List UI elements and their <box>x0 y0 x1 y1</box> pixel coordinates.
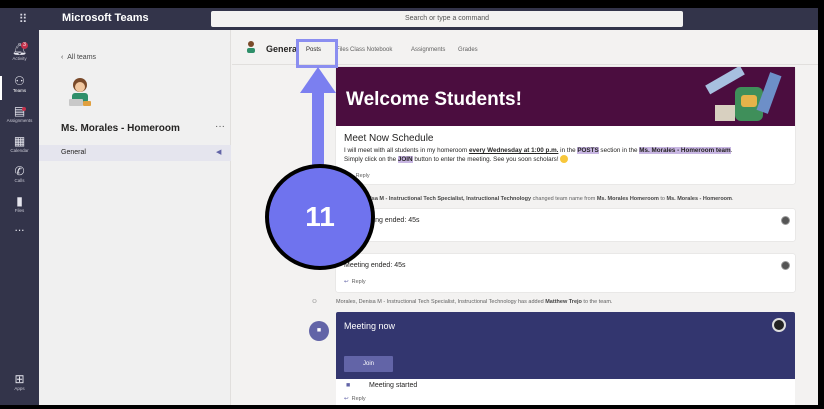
post-text-highlight: POSTS <box>577 147 599 154</box>
system-text: Matthew Trejo <box>545 299 582 305</box>
reply-label: Reply <box>351 279 366 285</box>
meeting-now-card: Meeting now Join <box>336 312 795 379</box>
system-text: Ms. Morales Homeroom <box>596 196 659 202</box>
rail-label: Activity <box>12 56 27 61</box>
rail-item-assignments[interactable]: ▤ Assignments <box>0 104 39 134</box>
join-button[interactable]: Join <box>344 356 393 372</box>
system-text: . <box>731 196 734 202</box>
meeting-now-title: Meeting now <box>344 321 396 331</box>
welcome-post: Welcome Students! Meet Now Schedule I wi… <box>336 67 795 184</box>
post-text: I will meet with all students in my home… <box>344 147 469 154</box>
post-text-highlight: Ms. Morales - Homeroom team <box>639 147 731 154</box>
reply-button[interactable]: ↩Reply <box>344 396 366 402</box>
rail-item-apps[interactable]: ⊞ Apps <box>0 372 39 402</box>
team-icon <box>247 41 255 53</box>
rail-label: Calendar <box>10 148 29 153</box>
system-text: has added <box>516 299 546 305</box>
system-actor: Morales, Denisa M - Instructional Tech S… <box>336 299 517 305</box>
all-teams-link[interactable]: ‹ All teams <box>61 54 96 61</box>
rail-label: Files <box>14 208 25 213</box>
post-title: Meet Now Schedule <box>344 133 434 144</box>
smile-emoji-icon <box>560 155 569 164</box>
assignments-icon: ▤ <box>13 104 26 118</box>
app-rail: 🔔︎ 3 Activity ⚇ Teams ▤ Assignments ▦ Ca… <box>0 30 39 405</box>
step-number-callout: 11 <box>265 164 375 270</box>
reply-arrow-icon: ↩ <box>344 396 349 402</box>
team-panel: ‹ All teams Ms. Morales - Homeroom ··· G… <box>39 30 231 405</box>
tab-grades[interactable]: Grades <box>458 47 478 53</box>
rail-more-button[interactable]: ... <box>0 220 39 250</box>
search-input[interactable]: Search or type a command <box>211 11 683 27</box>
app-title: Microsoft Teams <box>62 12 149 24</box>
title-bar: ⠿ Microsoft Teams Search or type a comma… <box>0 8 818 30</box>
tab-class-notebook[interactable]: Class Notebook <box>350 47 392 53</box>
post-text: section in the <box>598 147 640 154</box>
system-text: changed team name from <box>531 196 597 202</box>
channel-item-general[interactable]: General ◀ <box>39 145 231 161</box>
calendar-icon: ▦ <box>13 134 26 148</box>
video-camera-icon: ■ <box>346 382 351 389</box>
rail-label: Assignments <box>6 118 33 123</box>
rail-item-calendar[interactable]: ▦ Calendar <box>0 134 39 164</box>
avatar <box>772 318 786 332</box>
rail-item-activity[interactable]: 🔔︎ 3 Activity <box>0 42 39 72</box>
post-text-highlight: JOIN <box>397 156 413 163</box>
activity-badge: 3 <box>21 42 28 49</box>
post-text: button to enter the meeting. See you soo… <box>412 156 561 163</box>
post-body: I will meet with all students in my home… <box>344 146 790 164</box>
rail-label: Teams <box>12 88 27 93</box>
avatar <box>781 216 790 225</box>
channel-name: General <box>61 149 86 156</box>
meeting-ended-text: Meeting ended: 45s <box>344 262 406 269</box>
bell-icon: 🔔︎ <box>11 42 28 56</box>
app-launcher-icon[interactable]: ⠿ <box>4 8 42 30</box>
team-avatar <box>69 78 91 106</box>
meeting-started-card: ■ Meeting started ↩ Reply <box>336 379 795 405</box>
rail-label: Calls <box>14 178 25 183</box>
system-text: to the team. <box>581 299 613 305</box>
system-message: Morales, Denisa M - Instructional Tech S… <box>336 196 733 202</box>
system-message: Morales, Denisa M - Instructional Tech S… <box>336 299 612 305</box>
reply-button[interactable]: ↩Reply <box>344 279 366 285</box>
school-supplies-illustration <box>705 67 782 121</box>
file-icon: ▮ <box>16 194 23 208</box>
phone-icon: ✆ <box>14 164 25 178</box>
team-more-button[interactable]: ··· <box>215 121 225 132</box>
teams-window: ⠿ Microsoft Teams Search or type a comma… <box>0 8 818 405</box>
add-member-icon: ⚇ <box>312 299 317 305</box>
post-text-emphasis: every Wednesday at 1:00 p.m. <box>468 147 559 154</box>
team-name: Ms. Morales - Homeroom <box>61 123 180 134</box>
post-text: in the <box>558 147 578 154</box>
all-teams-label: All teams <box>67 54 97 61</box>
notification-dot <box>22 107 26 111</box>
system-text: Ms. Morales - Homeroom <box>666 196 732 202</box>
meeting-ended-card: Meeting ended: 45s <box>336 209 795 241</box>
meeting-ended-card: Meeting ended: 45s ↩ Reply <box>336 254 795 292</box>
reply-arrow-icon: ↩ <box>344 279 349 285</box>
channel-title: General <box>266 44 300 54</box>
rail-item-teams[interactable]: ⚇ Teams <box>0 74 39 104</box>
welcome-banner: Welcome Students! <box>336 67 795 126</box>
posts-tab-highlight <box>296 39 338 68</box>
rail-label: Apps <box>14 386 25 391</box>
teams-icon: ⚇ <box>14 74 25 88</box>
banner-title: Welcome Students! <box>346 89 522 110</box>
post-text: Simply click on the <box>344 156 398 163</box>
more-icon: ... <box>14 220 25 234</box>
meeting-started-text: Meeting started <box>369 382 418 389</box>
reply-label: Reply <box>351 396 366 402</box>
system-text: to <box>658 196 667 202</box>
video-camera-icon: ■ <box>309 321 329 341</box>
tab-assignments[interactable]: Assignments <box>411 47 445 53</box>
meeting-icon: ◀ <box>216 149 222 156</box>
rail-item-calls[interactable]: ✆ Calls <box>0 164 39 194</box>
post-text: . <box>730 147 733 154</box>
apps-icon: ⊞ <box>14 372 25 386</box>
avatar <box>781 261 790 270</box>
